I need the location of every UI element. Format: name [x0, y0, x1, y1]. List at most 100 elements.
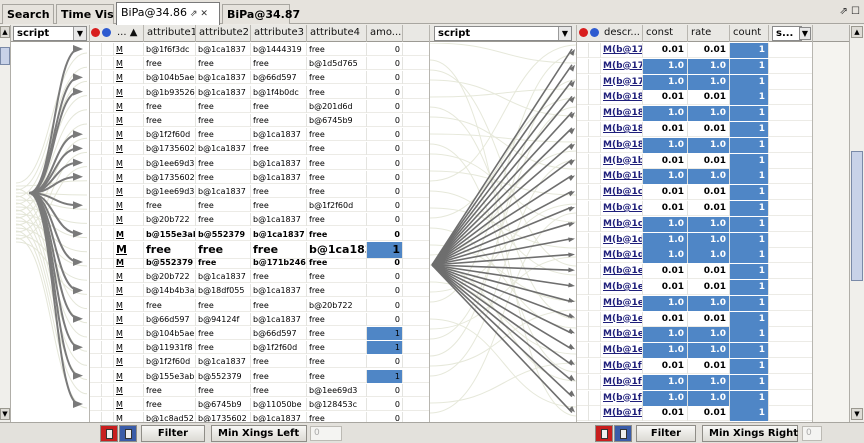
table-row[interactable]: M(b@1b90.010.011	[577, 153, 812, 169]
blue-dot-icon[interactable]	[590, 28, 599, 37]
scroll-up-icon[interactable]: ▲	[0, 26, 10, 38]
table-row[interactable]: Mb@66d597 b@94124f b@1ca1837 free 0	[90, 312, 429, 326]
table-row[interactable]: M(b@1f2f0.010.011	[577, 359, 812, 374]
row-cell-count: 1	[730, 406, 769, 422]
min-xings-left-button[interactable]: Min Xings Left	[211, 425, 307, 442]
tab-bipa-86[interactable]: BiPa@34.86 ⇗ ✕	[116, 2, 220, 25]
right-script-combo[interactable]: script ▼	[434, 26, 572, 41]
trash-red-icon[interactable]	[100, 425, 118, 442]
table-row[interactable]: Mfree free free b@6745b9 0	[90, 114, 429, 127]
col-header-attribute2[interactable]: attribute2	[196, 25, 251, 42]
table-row[interactable]: M(b@1b91.01.01	[577, 169, 812, 185]
tab-bipa-86-controls-icon[interactable]: ⇗ ✕	[190, 9, 208, 19]
table-row[interactable]: Mb@1f2f60d free b@1ca1837 free 0	[90, 128, 429, 142]
table-row[interactable]: Mb@1b93526 b@1ca1837 b@1f4b0dc free 0	[90, 85, 429, 99]
table-row[interactable]: M(b@18d1.01.01	[577, 137, 812, 153]
table-row[interactable]: Mb@20b722 b@1ca1837 free free 0	[90, 270, 429, 284]
table-row[interactable]: Mb@11931f8 free b@1f2f60d free 1	[90, 341, 429, 355]
table-row[interactable]: Mb@20b722 free b@1ca1837 free 0	[90, 213, 429, 227]
tab-search[interactable]: Search	[2, 4, 54, 24]
tab-time-vis[interactable]: Time Vis	[56, 4, 114, 24]
col-header-attribute1[interactable]: attribute1	[144, 25, 196, 42]
col-header-const[interactable]: const	[643, 25, 688, 42]
min-xings-right-spinner[interactable]: 0	[802, 426, 822, 441]
right-scrollbar[interactable]: ▲ ▼	[849, 25, 864, 422]
table-row[interactable]: Mfree free free b@20b722 0	[90, 298, 429, 312]
table-row[interactable]: M(b@1c80.010.011	[577, 201, 812, 216]
row-cell-attribute1: b@1ee69d3	[146, 185, 196, 198]
red-dot-icon[interactable]	[91, 28, 100, 37]
table-row[interactable]: Mb@14b4b3a b@18df055 b@1ca1837 free 0	[90, 284, 429, 298]
table-row[interactable]: Mb@104b5ae free b@66d597 free 1	[90, 327, 429, 340]
col-header-description[interactable]: descr... ▲	[601, 25, 643, 42]
scroll-down-icon[interactable]: ▼	[0, 408, 10, 420]
table-row[interactable]: Mb@1ee69d3 free b@1ca1837 free 0	[90, 156, 429, 170]
right-s-combo[interactable]: s...	[772, 26, 802, 41]
left-script-combo[interactable]: script ▼	[13, 26, 87, 41]
table-row[interactable]: M(b@1d51.01.01	[577, 232, 812, 248]
tab-bipa-87[interactable]: BiPa@34.87	[222, 4, 300, 24]
table-row[interactable]: Mfree free free b@1ee69d3 0	[90, 383, 429, 397]
table-row[interactable]: Mb@1735602 b@1ca1837 free free 0	[90, 142, 429, 156]
table-row[interactable]: Mfree free free b@201d6d 0	[90, 99, 429, 113]
col-header-amount[interactable]: amo...	[367, 25, 403, 42]
window-controls-icon[interactable]: ⇗ ☐	[839, 6, 860, 17]
table-row[interactable]: Mb@1735602 free b@1ca1837 free 0	[90, 170, 429, 184]
red-dot-icon[interactable]	[579, 28, 588, 37]
table-row[interactable]: M(b@1ee1.01.01	[577, 343, 812, 359]
col-header-sort[interactable]: ... ▲	[114, 25, 144, 42]
table-row[interactable]: M(b@1c81.01.01	[577, 216, 812, 232]
table-row[interactable]: M(b@1e31.01.01	[577, 295, 812, 311]
table-row[interactable]: M(b@1ee1.01.01	[577, 327, 812, 343]
trash-blue-icon[interactable]	[614, 425, 632, 442]
filter-left-button[interactable]: Filter	[141, 425, 205, 442]
table-row[interactable]: M(b@1881.01.01	[577, 106, 812, 122]
table-row[interactable]: M(b@1e30.010.011	[577, 280, 812, 295]
table-row[interactable]: M(b@1d51.01.01	[577, 248, 812, 264]
table-row[interactable]: Mfree free free b@1d5d765 0	[90, 57, 429, 71]
min-xings-left-spinner[interactable]: 0	[310, 426, 342, 441]
table-row[interactable]: Mb@552379 free b@171b246 free 0	[90, 256, 429, 269]
row-cell-attribute1: free	[144, 398, 196, 411]
table-row[interactable]: Mb@1f6f3dc b@1ca1837 b@1444319 free 0	[90, 43, 429, 56]
scroll-down-icon[interactable]: ▼	[851, 408, 863, 420]
table-row[interactable]: Mb@1ee69d3 b@1ca1837 free free 0	[90, 185, 429, 198]
filter-right-button[interactable]: Filter	[636, 425, 696, 442]
scroll-thumb[interactable]	[0, 47, 10, 65]
col-header-attribute3[interactable]: attribute3	[251, 25, 307, 42]
table-row[interactable]: Mb@1c8ad52 b@1735602 b@1ca1837 free 0	[90, 412, 429, 422]
row-cell-blank	[102, 85, 114, 99]
min-xings-right-button[interactable]: Min Xings Right	[702, 425, 798, 442]
table-row[interactable]: M(b@1731.01.01	[577, 58, 812, 74]
scroll-thumb[interactable]	[851, 151, 863, 281]
table-row[interactable]: M(b@1731.01.01	[577, 74, 812, 90]
table-row[interactable]: Mb@155e3ab b@552379 free free 1	[90, 369, 429, 383]
table-row[interactable]: M(b@18d0.010.011	[577, 122, 812, 137]
chevron-down-icon[interactable]: ▼	[558, 27, 571, 40]
table-row[interactable]: M(b@1c80.010.011	[577, 185, 812, 201]
chevron-down-icon[interactable]: ▼	[799, 27, 811, 40]
table-row[interactable]: M(b@1e30.010.011	[577, 264, 812, 280]
table-row[interactable]: Mb@155e3ab b@552379 b@1ca1837 free 0	[90, 227, 429, 241]
chevron-down-icon[interactable]: ▼	[73, 27, 86, 40]
col-header-count[interactable]: count	[730, 25, 769, 42]
table-row[interactable]: M(b@1880.010.011	[577, 90, 812, 106]
trash-red-icon[interactable]	[595, 425, 613, 442]
table-row[interactable]: M(b@1ee0.010.011	[577, 311, 812, 327]
table-row[interactable]: M(b@1f2f1.01.01	[577, 374, 812, 390]
table-row[interactable]: Mfree b@6745b9 b@11050be b@128453c 0	[90, 398, 429, 411]
left-scrollbar[interactable]: ▲ ▼	[0, 25, 11, 422]
scroll-up-icon[interactable]: ▲	[851, 26, 863, 38]
col-header-rate[interactable]: rate	[688, 25, 730, 42]
row-cell-blank	[589, 43, 601, 58]
table-row[interactable]: M(b@1710.010.011	[577, 43, 812, 58]
table-row[interactable]: M(b@1f2f1.01.01	[577, 390, 812, 406]
col-header-attribute4[interactable]: attribute4	[307, 25, 367, 42]
table-row[interactable]: M(b@1f4b0.010.011	[577, 406, 812, 422]
row-cell-description: M(b@1f2f	[601, 390, 643, 406]
blue-dot-icon[interactable]	[102, 28, 111, 37]
table-row[interactable]: Mfree free free b@1f2f60d 0	[90, 199, 429, 213]
table-row[interactable]: Mb@1f2f60d b@1ca1837 free free 0	[90, 355, 429, 369]
table-row[interactable]: Mb@104b5ae b@1ca1837 b@66d597 free 0	[90, 71, 429, 85]
trash-blue-icon[interactable]	[119, 425, 137, 442]
